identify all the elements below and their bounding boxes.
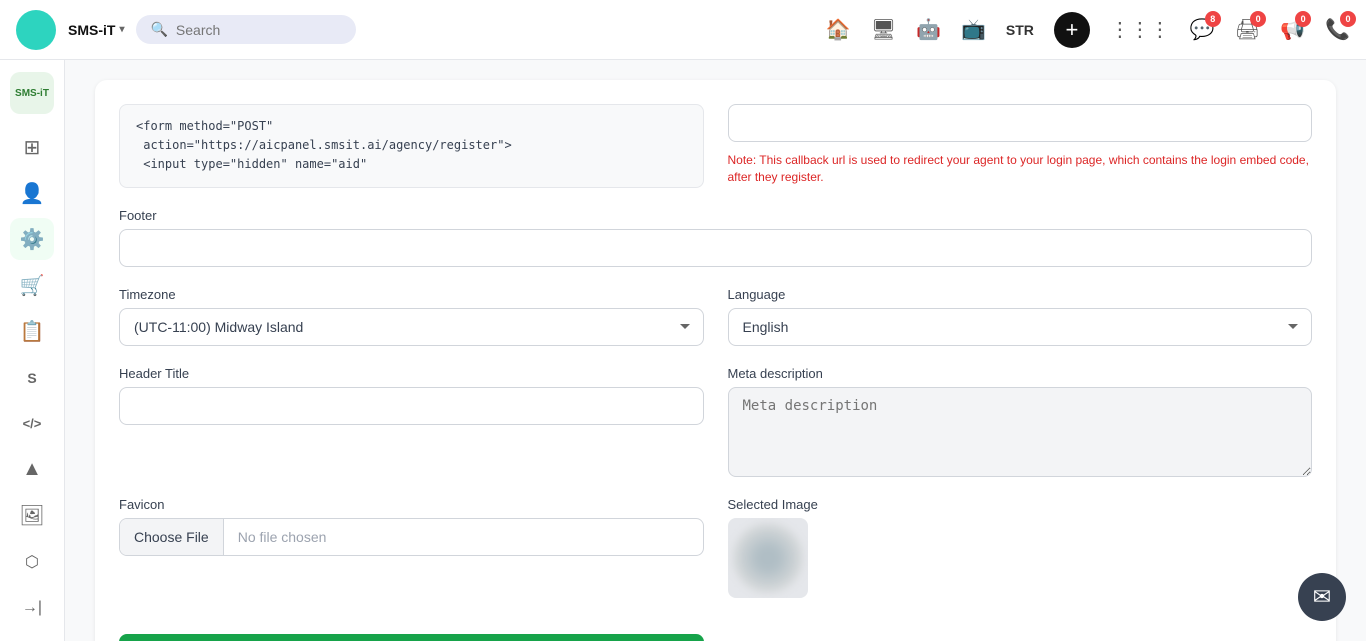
callback-url-input[interactable]: https://www.login.joesmarketing.co	[728, 104, 1313, 142]
sidebar-item-triangle[interactable]: ▲	[10, 449, 54, 491]
selected-image-group: Selected Image	[728, 497, 1313, 598]
sidebar-item-hex[interactable]: ⬡	[10, 541, 54, 583]
brand-chevron: ▾	[119, 24, 124, 35]
monitor-icon-btn[interactable]: 🖥	[871, 17, 896, 42]
messages-icon-btn[interactable]: 💬 8	[1190, 17, 1215, 42]
sidebar-item-contacts[interactable]: 👤	[10, 172, 54, 214]
search-icon: 🔍	[150, 21, 167, 38]
broadcast-icon-btn[interactable]: 📢 0	[1280, 17, 1305, 42]
search-input[interactable]	[176, 22, 343, 38]
timezone-group: Timezone (UTC-11:00) Midway Island (UTC-…	[119, 287, 704, 346]
favicon-group: Favicon Choose File No file chosen	[119, 497, 704, 598]
sidebar-item-store[interactable]: 🛒	[10, 264, 54, 306]
top-navigation: SMS-iT ▾ 🔍 🏠 🖥 🤖 📺 STR + ⋮⋮⋮ 💬 8 🖨 0 📢 0…	[0, 0, 1366, 60]
sidebar-item-images[interactable]: 🖼	[10, 495, 54, 537]
broadcast-badge: 0	[1295, 11, 1311, 27]
sidebar-logo[interactable]: SMS-iT	[10, 72, 54, 114]
footer-label: Footer	[119, 208, 1312, 223]
sidebar-item-tables[interactable]: 📋	[10, 310, 54, 352]
file-no-chosen-label: No file chosen	[224, 519, 703, 555]
sidebar-item-sms[interactable]: S	[10, 356, 54, 398]
timezone-select[interactable]: (UTC-11:00) Midway Island (UTC-10:00) Ha…	[119, 308, 704, 346]
embed-code-block: <form method="POST" action="https://aicp…	[119, 104, 704, 188]
search-bar[interactable]: 🔍	[136, 15, 356, 44]
sidebar-item-dashboard[interactable]: ⊞	[10, 126, 54, 168]
robot-icon-btn[interactable]: 🤖	[916, 17, 941, 42]
chat-widget-button[interactable]: ✉	[1298, 573, 1346, 621]
choose-file-button[interactable]: Choose File	[120, 519, 224, 555]
sidebar-logo-text: SMS-iT	[15, 88, 49, 99]
brand-label: SMS-iT	[68, 22, 115, 38]
form-grid: Footer Joe's Marketing 18185558888 Timez…	[119, 208, 1312, 641]
str-label[interactable]: STR	[1006, 22, 1034, 38]
top-section: <form method="POST" action="https://aicp…	[119, 104, 1312, 188]
chat-widget-icon: ✉	[1313, 584, 1331, 610]
update-information-button[interactable]: Update Information	[119, 634, 704, 641]
printer-badge: 0	[1250, 11, 1266, 27]
timezone-label: Timezone	[119, 287, 704, 302]
phone-badge: 0	[1340, 11, 1356, 27]
code-section: <form method="POST" action="https://aicp…	[119, 104, 704, 188]
settings-card: <form method="POST" action="https://aicp…	[95, 80, 1336, 641]
callback-note: Note: This callback url is used to redir…	[728, 152, 1313, 186]
header-title-group: Header Title Joe's Marketing	[119, 366, 704, 477]
file-input-container: Choose File No file chosen	[119, 518, 704, 556]
meta-desc-textarea[interactable]	[728, 387, 1313, 477]
sidebar-item-code[interactable]: </>	[10, 403, 54, 445]
header-title-label: Header Title	[119, 366, 704, 381]
sidebar-item-exit[interactable]: →|	[10, 587, 54, 629]
selected-image-label: Selected Image	[728, 497, 1313, 512]
meta-desc-group: Meta description	[728, 366, 1313, 477]
language-select[interactable]: English Spanish French German	[728, 308, 1313, 346]
callback-section: https://www.login.joesmarketing.co Note:…	[728, 104, 1313, 188]
footer-group: Footer Joe's Marketing 18185558888	[119, 208, 1312, 267]
phone-icon-btn[interactable]: 📞 0	[1325, 17, 1350, 42]
body-layout: SMS-iT ⊞ 👤 ⚙️ 🛒 📋 S </> ▲ 🖼 ⬡ →| <form m…	[0, 60, 1366, 641]
plus-button[interactable]: +	[1054, 12, 1090, 48]
messages-badge: 8	[1205, 11, 1221, 27]
brand-name[interactable]: SMS-iT ▾	[68, 22, 124, 38]
header-title-input[interactable]: Joe's Marketing	[119, 387, 704, 425]
sidebar-item-settings[interactable]: ⚙️	[10, 218, 54, 260]
printer-icon-btn[interactable]: 🖨 0	[1235, 17, 1260, 42]
favicon-label: Favicon	[119, 497, 704, 512]
footer-input[interactable]: Joe's Marketing 18185558888	[119, 229, 1312, 267]
main-content: <form method="POST" action="https://aicp…	[65, 60, 1366, 641]
brand-logo	[16, 10, 56, 50]
meta-desc-label: Meta description	[728, 366, 1313, 381]
language-group: Language English Spanish French German	[728, 287, 1313, 346]
sidebar: SMS-iT ⊞ 👤 ⚙️ 🛒 📋 S </> ▲ 🖼 ⬡ →|	[0, 60, 65, 641]
tv-icon-btn[interactable]: 📺	[961, 17, 986, 42]
language-label: Language	[728, 287, 1313, 302]
selected-image-box	[728, 518, 808, 598]
home-icon-btn[interactable]: 🏠	[826, 17, 851, 42]
nav-icons: 🏠 🖥 🤖 📺 STR + ⋮⋮⋮ 💬 8 🖨 0 📢 0 📞 0	[826, 12, 1350, 48]
grid-icon-btn[interactable]: ⋮⋮⋮	[1110, 17, 1170, 42]
selected-image-preview	[733, 523, 803, 593]
